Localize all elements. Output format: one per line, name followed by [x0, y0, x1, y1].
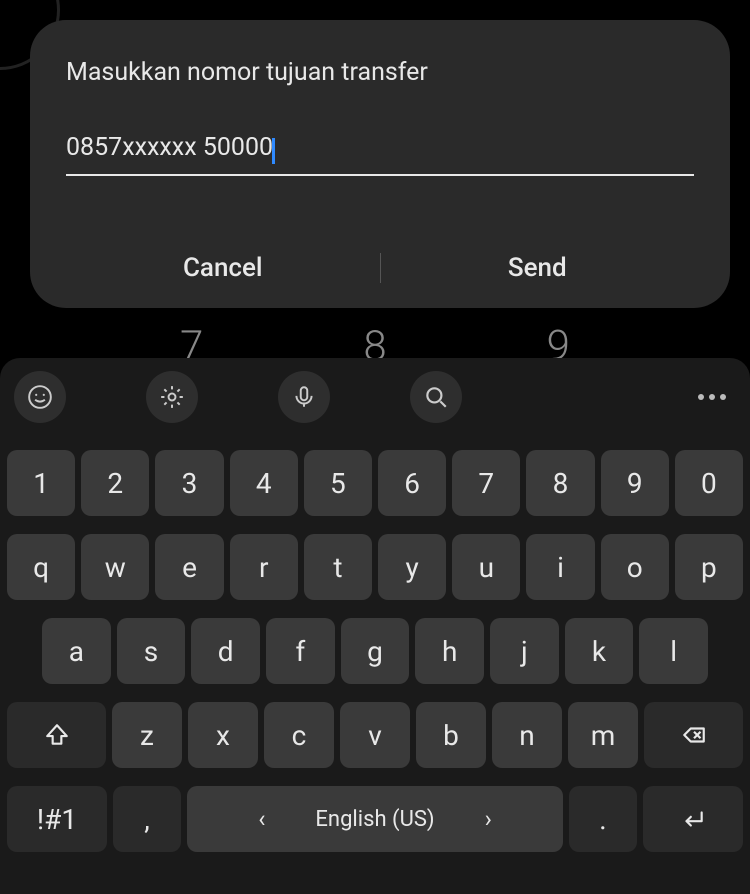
enter-key[interactable] — [643, 786, 743, 852]
key-c[interactable]: c — [264, 702, 334, 768]
key-w[interactable]: w — [81, 534, 149, 600]
keyboard-rows: 1 2 3 4 5 6 7 8 9 0 q w e r t y u i o p … — [4, 428, 746, 852]
qwerty-row-3: z x c v b n m — [4, 702, 746, 768]
key-h[interactable]: h — [415, 618, 484, 684]
key-s[interactable]: s — [117, 618, 186, 684]
key-m[interactable]: m — [568, 702, 638, 768]
emoji-button[interactable] — [14, 371, 66, 423]
prev-language-icon: ‹ — [258, 805, 265, 833]
emoji-icon — [27, 384, 53, 410]
key-f[interactable]: f — [266, 618, 335, 684]
search-button[interactable] — [410, 371, 462, 423]
key-p[interactable]: p — [675, 534, 743, 600]
more-button[interactable] — [688, 394, 736, 400]
key-t[interactable]: t — [304, 534, 372, 600]
key-l[interactable]: l — [639, 618, 708, 684]
gear-icon — [159, 384, 185, 410]
key-2[interactable]: 2 — [81, 450, 149, 516]
shift-key[interactable] — [7, 702, 106, 768]
comma-key[interactable]: , — [113, 786, 181, 852]
send-button[interactable]: Send — [381, 253, 695, 283]
backspace-icon — [681, 722, 707, 748]
input-value: 0857xxxxxx 50000 — [66, 133, 273, 162]
key-i[interactable]: i — [526, 534, 594, 600]
next-language-icon: › — [485, 805, 492, 833]
shift-icon — [44, 722, 70, 748]
backspace-key[interactable] — [644, 702, 743, 768]
key-y[interactable]: y — [378, 534, 446, 600]
keyboard-toolbar — [4, 366, 746, 428]
key-n[interactable]: n — [492, 702, 562, 768]
key-5[interactable]: 5 — [304, 450, 372, 516]
key-b[interactable]: b — [416, 702, 486, 768]
qwerty-row-2: a s d f g h j k l — [4, 618, 746, 684]
spacebar[interactable]: ‹ English (US) › — [187, 786, 563, 852]
destination-number-input[interactable]: 0857xxxxxx 50000 — [66, 133, 694, 176]
key-r[interactable]: r — [230, 534, 298, 600]
dialog-title: Masukkan nomor tujuan transfer — [66, 58, 694, 87]
dialog-buttons: Cancel Send — [66, 228, 694, 308]
transfer-dialog: Masukkan nomor tujuan transfer 0857xxxxx… — [30, 20, 730, 308]
search-icon — [423, 384, 449, 410]
spacebar-label: English (US) — [315, 807, 434, 832]
key-o[interactable]: o — [601, 534, 669, 600]
key-e[interactable]: e — [155, 534, 223, 600]
key-8[interactable]: 8 — [526, 450, 594, 516]
key-9[interactable]: 9 — [601, 450, 669, 516]
key-u[interactable]: u — [452, 534, 520, 600]
settings-button[interactable] — [146, 371, 198, 423]
voice-button[interactable] — [278, 371, 330, 423]
qwerty-row-1: q w e r t y u i o p — [4, 534, 746, 600]
key-0[interactable]: 0 — [675, 450, 743, 516]
key-g[interactable]: g — [341, 618, 410, 684]
key-z[interactable]: z — [112, 702, 182, 768]
period-key[interactable]: . — [569, 786, 637, 852]
key-6[interactable]: 6 — [378, 450, 446, 516]
key-1[interactable]: 1 — [7, 450, 75, 516]
key-x[interactable]: x — [188, 702, 258, 768]
bottom-row: !#1 , ‹ English (US) › . — [4, 786, 746, 852]
more-icon — [698, 394, 726, 400]
on-screen-keyboard: 1 2 3 4 5 6 7 8 9 0 q w e r t y u i o p … — [0, 358, 750, 894]
key-k[interactable]: k — [565, 618, 634, 684]
cancel-button[interactable]: Cancel — [66, 253, 380, 283]
symbols-key[interactable]: !#1 — [7, 786, 107, 852]
key-q[interactable]: q — [7, 534, 75, 600]
key-a[interactable]: a — [42, 618, 111, 684]
enter-icon — [680, 806, 706, 832]
text-caret — [272, 138, 275, 164]
key-d[interactable]: d — [191, 618, 260, 684]
key-j[interactable]: j — [490, 618, 559, 684]
number-row: 1 2 3 4 5 6 7 8 9 0 — [4, 450, 746, 516]
key-v[interactable]: v — [340, 702, 410, 768]
key-3[interactable]: 3 — [155, 450, 223, 516]
microphone-icon — [291, 384, 317, 410]
key-7[interactable]: 7 — [452, 450, 520, 516]
key-4[interactable]: 4 — [230, 450, 298, 516]
